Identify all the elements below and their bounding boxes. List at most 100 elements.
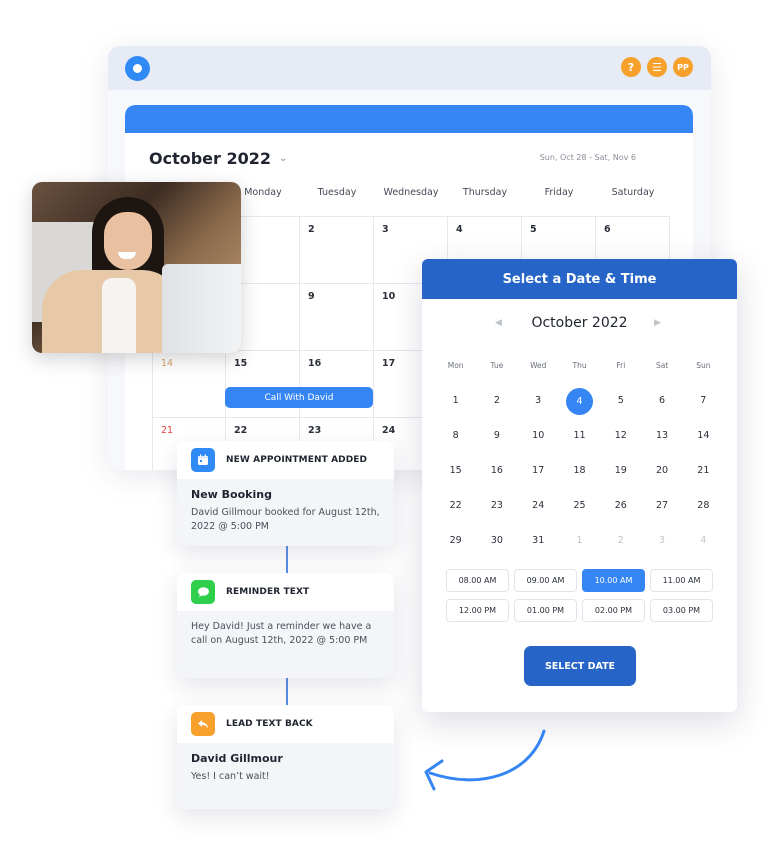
time-slot[interactable]: 08.00 AM <box>446 569 509 592</box>
month-selector[interactable]: October 2022 ⌄ <box>149 149 287 168</box>
day-number: 16 <box>490 464 503 476</box>
date-picker-day[interactable]: 10 <box>518 423 559 449</box>
day-number: 8 <box>452 429 459 441</box>
day-number: 7 <box>700 394 707 406</box>
date-picker-day[interactable]: 27 <box>641 493 682 519</box>
day-number: 14 <box>697 429 710 441</box>
chevron-right-icon[interactable]: ▶ <box>654 318 661 328</box>
date-picker-day[interactable]: 4 <box>683 528 724 554</box>
date-picker-day[interactable]: 16 <box>476 458 517 484</box>
date-picker-day[interactable]: 5 <box>600 388 641 414</box>
time-slot-grid: 08.00 AM 09.00 AM 10.00 AM 11.00 AM 12.00 PM… <box>446 569 713 622</box>
reply-icon <box>191 712 215 736</box>
date-picker-day[interactable]: 7 <box>683 388 724 414</box>
date-picker-day[interactable]: 24 <box>518 493 559 519</box>
date-picker-day[interactable]: 3 <box>518 388 559 414</box>
calendar-day-cell[interactable]: 9 <box>300 284 374 350</box>
date-picker-day[interactable]: 12 <box>600 423 641 449</box>
date-picker-day[interactable]: 29 <box>435 528 476 554</box>
event-call-with-david[interactable]: Call With David <box>225 387 373 408</box>
select-date-button[interactable]: SELECT DATE <box>524 646 636 686</box>
day-number: 31 <box>532 535 545 547</box>
time-slot[interactable]: 03.00 PM <box>650 599 713 622</box>
weekday-label: Wednesday <box>383 187 439 198</box>
calendar-day-cell[interactable]: 14 <box>152 351 226 417</box>
date-picker-day[interactable]: 6 <box>641 388 682 414</box>
laptop <box>162 264 241 353</box>
notification-new-appointment[interactable]: NEW APPOINTMENT ADDED New Booking David … <box>177 441 394 546</box>
date-picker-day[interactable]: 26 <box>600 493 641 519</box>
weekday-label: Saturday <box>611 187 655 198</box>
date-picker-day[interactable]: 1 <box>435 388 476 414</box>
day-number: 3 <box>659 535 666 547</box>
notification-lead-text-back[interactable]: LEAD TEXT BACK David Gillmour Yes! I can… <box>177 705 394 809</box>
help-button[interactable]: ? <box>621 57 641 77</box>
date-picker-week: 29 30 31 1 2 3 4 <box>435 524 724 559</box>
notification-text: Hey David! Just a reminder we have a cal… <box>191 621 372 646</box>
timeline-connector <box>286 546 288 573</box>
day-number: 23 <box>490 500 503 512</box>
date-picker-day[interactable]: 3 <box>641 528 682 554</box>
notification-reminder-text[interactable]: REMINDER TEXT Hey David! Just a reminder… <box>177 573 394 678</box>
date-picker-day[interactable]: 20 <box>641 458 682 484</box>
day-number: 15 <box>449 464 462 476</box>
date-picker-day[interactable]: 31 <box>518 528 559 554</box>
date-picker-day[interactable]: 9 <box>476 423 517 449</box>
time-slot[interactable]: 12.00 PM <box>446 599 509 622</box>
curved-arrow-icon <box>424 729 546 791</box>
date-picker-day[interactable]: 1 <box>559 528 600 554</box>
weekday-label: Thursday <box>462 187 508 198</box>
date-picker-day[interactable]: 14 <box>683 423 724 449</box>
day-number: 3 <box>535 394 542 406</box>
day-number: 29 <box>449 535 462 547</box>
date-picker-day[interactable]: 22 <box>435 493 476 519</box>
date-picker-day[interactable]: 30 <box>476 528 517 554</box>
date-picker-day[interactable]: 2 <box>476 388 517 414</box>
calendar-day-cell[interactable]: 2 <box>300 217 374 283</box>
booking-header: Select a Date & Time <box>422 259 737 299</box>
time-slot[interactable]: 11.00 AM <box>650 569 713 592</box>
day-of-week-header: Mon Tue Wed Thu Fri Sat Sun <box>435 361 724 370</box>
date-picker-day[interactable]: 19 <box>600 458 641 484</box>
day-number: 26 <box>614 500 627 512</box>
date-picker-day[interactable]: 28 <box>683 493 724 519</box>
date-picker-day[interactable]: 8 <box>435 423 476 449</box>
time-slot[interactable]: 02.00 PM <box>582 599 645 622</box>
menu-button[interactable]: ☰ <box>647 57 667 77</box>
date-picker-day[interactable]: 11 <box>559 423 600 449</box>
day-number: 30 <box>490 535 503 547</box>
day-of-week-label: Wed <box>530 361 547 370</box>
date-picker-day[interactable]: 17 <box>518 458 559 484</box>
logo-icon[interactable] <box>125 56 150 81</box>
date-picker-day[interactable]: 18 <box>559 458 600 484</box>
time-slot[interactable]: 01.00 PM <box>514 599 577 622</box>
date-picker-day-selected[interactable]: 4 <box>559 387 600 415</box>
calendar-banner <box>125 105 693 133</box>
date-picker-day[interactable]: 21 <box>683 458 724 484</box>
day-number: 10 <box>532 429 545 441</box>
time-slot-selected[interactable]: 10.00 AM <box>582 569 645 592</box>
date-picker-day[interactable]: 23 <box>476 493 517 519</box>
day-number: 25 <box>573 500 586 512</box>
profile-avatar[interactable]: PP <box>673 57 693 77</box>
notification-title: NEW APPOINTMENT ADDED <box>226 455 368 465</box>
chevron-left-icon[interactable]: ◀ <box>495 318 502 328</box>
day-of-week-label: Tue <box>490 361 504 370</box>
topbar-actions: ? ☰ PP <box>621 57 693 77</box>
day-number: 28 <box>697 500 710 512</box>
notification-text: Yes! I can’t wait! <box>191 771 270 782</box>
date-picker-day[interactable]: 25 <box>559 493 600 519</box>
weekday-label: Friday <box>544 187 574 198</box>
date-picker-week: 8 9 10 11 12 13 14 <box>435 418 724 453</box>
date-picker-day[interactable]: 2 <box>600 528 641 554</box>
date-picker-week: 22 23 24 25 26 27 28 <box>435 489 724 524</box>
chevron-down-icon[interactable]: ⌄ <box>279 153 287 164</box>
day-of-week-label: Sun <box>696 361 711 370</box>
day-number: 12 <box>614 429 627 441</box>
day-of-week-label: Fri <box>616 361 626 370</box>
day-number: 11 <box>573 429 586 441</box>
date-picker-day[interactable]: 15 <box>435 458 476 484</box>
date-picker-day[interactable]: 13 <box>641 423 682 449</box>
day-of-week-label: Sat <box>655 361 669 370</box>
time-slot[interactable]: 09.00 AM <box>514 569 577 592</box>
